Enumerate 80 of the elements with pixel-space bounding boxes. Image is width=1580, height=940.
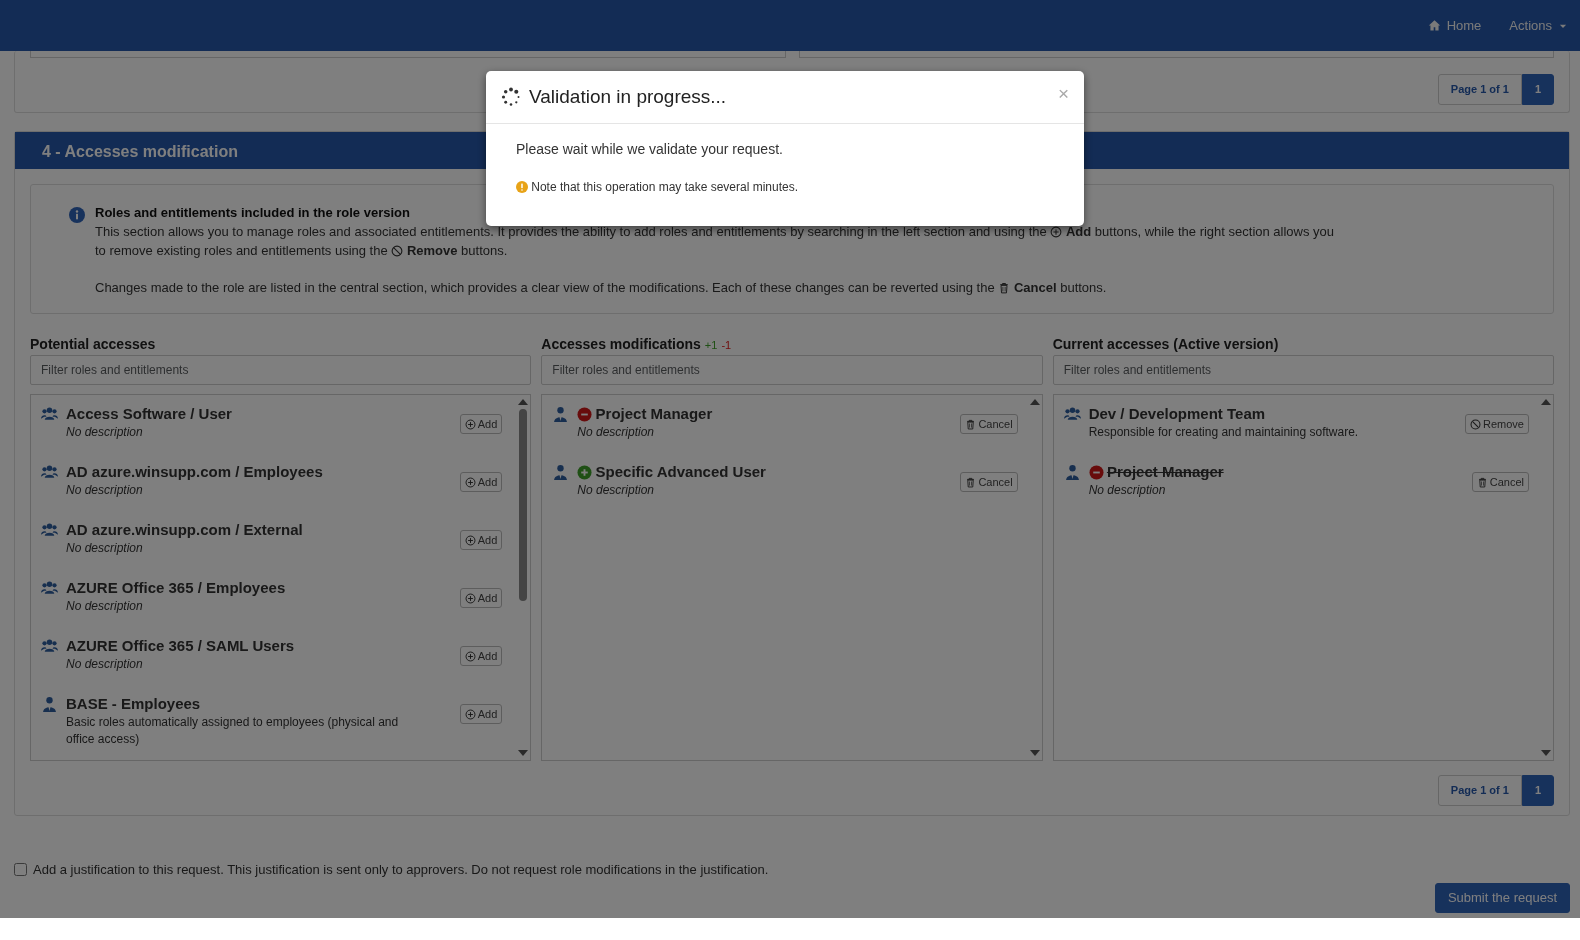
role-name: Project Manager [595, 404, 713, 425]
filter-field[interactable]: Filter roles and entitlements [541, 355, 1043, 386]
trash-icon [965, 418, 977, 430]
column-title: Accesses modifications [541, 335, 701, 352]
role-name: Project Manager [1106, 462, 1224, 483]
add-button[interactable]: Add [459, 414, 503, 435]
block-icon [1470, 418, 1481, 430]
role-description: No description [66, 540, 144, 558]
role-description: Responsible for creating and maintaining software. [1088, 424, 1360, 442]
trash-icon [1476, 476, 1488, 488]
trash-icon [965, 476, 977, 488]
role-description: No description [577, 482, 656, 500]
role-description: No description [1088, 482, 1167, 500]
role-description: No description [66, 424, 144, 442]
scroll-up-icon[interactable] [518, 399, 529, 406]
filter-field[interactable]: Filter roles and entitlements [1052, 355, 1554, 386]
modal-title: Validation in progress... [529, 86, 727, 109]
scrollbar-thumb[interactable] [519, 409, 528, 602]
column-title: Potential accesses [30, 335, 156, 352]
add-icon [464, 592, 476, 604]
add-button[interactable]: Add [459, 472, 503, 493]
role-name: AZURE Office 365 / Employees [66, 578, 286, 599]
cancel-button[interactable]: Cancel [1471, 472, 1529, 493]
close-button[interactable]: × [1057, 86, 1069, 102]
add-button[interactable]: Add [459, 588, 503, 609]
role-name: Specific Advanced User [595, 462, 766, 483]
role-description: No description [577, 424, 656, 442]
filter-field[interactable]: Filter roles and entitlements [30, 355, 532, 386]
trash-icon [998, 281, 1011, 294]
add-icon [464, 708, 476, 720]
home-icon [1427, 19, 1441, 32]
role-name: AD azure.winsupp.com / External [66, 520, 303, 541]
info-title: Roles and entitlements included in the role version [95, 203, 411, 222]
submit-button[interactable]: Submit the request [1434, 883, 1570, 913]
add-icon [464, 650, 476, 662]
warning-icon [516, 180, 528, 193]
page-button[interactable]: 1 [1521, 775, 1554, 806]
role-description: No description [66, 598, 144, 616]
input-field[interactable] [30, 51, 786, 58]
role-description: No description [66, 656, 144, 674]
checkbox-label: Add a justification to this request. This justification is sent only to approvers. Do not request role modifications in the justification. [33, 860, 769, 879]
add-button[interactable]: Add [459, 530, 503, 551]
scroll-down-icon[interactable] [1541, 750, 1551, 757]
input-field[interactable] [798, 51, 1554, 58]
role-name: Dev / Development Team [1088, 404, 1266, 425]
add-icon [1050, 225, 1063, 238]
checkbox[interactable] [14, 863, 27, 877]
scroll-up-icon[interactable] [1541, 399, 1551, 406]
info-text: This section allows you to manage roles and associated entitlements. It provides the ability to add roles and entitlements by searching in the left section and using the Add buttons, while the right section allows you to remove existing roles and entitlements using the Remove buttons. [95, 222, 1336, 260]
column-title: Current accesses (Active version) [1052, 335, 1279, 352]
remove-button[interactable]: Remove [1465, 414, 1529, 435]
page-button[interactable]: 1 [1521, 74, 1554, 105]
role-name: AZURE Office 365 / SAML Users [66, 636, 295, 657]
role-description: No description [66, 482, 144, 500]
role-name: Access Software / User [66, 404, 232, 425]
modal-message: Please wait while we validate your request. [516, 139, 784, 159]
add-button[interactable]: Add [459, 646, 503, 667]
actions-menu[interactable]: Actions [1509, 15, 1568, 36]
page-summary: Page 1 of 1 [1437, 74, 1522, 105]
scroll-down-icon[interactable] [518, 750, 529, 757]
cancel-button[interactable]: Cancel [960, 472, 1018, 493]
home-link[interactable]: Home [1427, 15, 1482, 36]
spinner-icon [501, 87, 521, 108]
info-text: Changes made to the role are listed in the central section, which provides a clear view of the modifications. Each of these changes can be reverted using the Cancel buttons. [95, 278, 1108, 297]
scroll-down-icon[interactable] [1029, 750, 1040, 757]
block-icon [391, 244, 404, 257]
add-icon [464, 534, 476, 546]
add-button[interactable]: Add [459, 704, 503, 725]
add-icon [464, 476, 476, 488]
cancel-button[interactable]: Cancel [960, 414, 1018, 435]
page-summary: Page 1 of 1 [1437, 775, 1522, 806]
role-name: AD azure.winsupp.com / Employees [66, 462, 323, 483]
modal-note: Note that this operation may take several minutes. [531, 178, 799, 196]
change-count: -1 [721, 338, 732, 351]
change-count: +1 [704, 338, 718, 351]
add-icon [464, 418, 476, 430]
role-name: BASE - Employees [66, 694, 201, 715]
scroll-up-icon[interactable] [1029, 399, 1040, 406]
role-description: Basic roles automatically assigned to employees (physical and office access) [66, 714, 400, 749]
info-icon [69, 206, 85, 223]
